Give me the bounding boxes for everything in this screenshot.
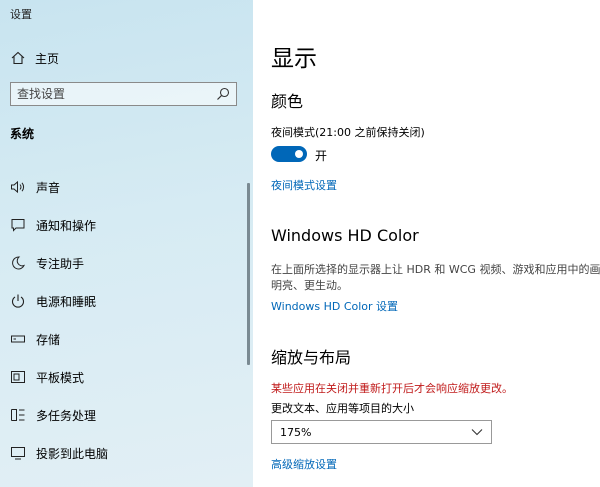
power-icon	[11, 294, 25, 308]
sidebar-item-label: 通知和操作	[36, 218, 97, 233]
color-heading: 颜色	[271, 92, 304, 111]
speaker-icon	[11, 180, 25, 194]
main-content: 显示 颜色 夜间模式(21:00 之前保持关闭) 开 夜间模式设置 Window…	[253, 0, 600, 487]
hdr-description-line2: 明亮、更生动。	[271, 279, 348, 292]
sidebar-item-sound[interactable]: 声音	[0, 168, 245, 206]
storage-icon	[11, 335, 25, 343]
toggle-knob	[295, 150, 303, 158]
search-icon[interactable]	[216, 87, 230, 101]
sidebar-item-label: 投影到此电脑	[36, 446, 109, 461]
moon-icon	[12, 256, 25, 270]
sidebar-item-label: 存储	[36, 332, 61, 347]
night-light-label: 夜间模式(21:00 之前保持关闭)	[271, 126, 425, 139]
scale-dropdown[interactable]: 175%	[271, 420, 492, 444]
sidebar-nav: 声音 通知和操作 专注助手 电源和睡眠 存储 平板模式 多任务处理 投影到此电脑	[0, 168, 245, 472]
home-icon	[11, 51, 25, 65]
sidebar-item-label: 多任务处理	[36, 408, 97, 423]
scale-warning-text: 某些应用在关闭并重新打开后才会响应缩放更改。	[271, 382, 513, 395]
sidebar-item-notifications[interactable]: 通知和操作	[0, 206, 245, 244]
sidebar: 设置 主页 系统 声音 通知和操作	[0, 0, 253, 487]
night-light-toggle[interactable]	[271, 146, 307, 162]
section-label-system: 系统	[10, 127, 35, 141]
chevron-down-icon	[471, 429, 483, 436]
sidebar-scrollbar-thumb[interactable]	[247, 183, 250, 365]
hdr-settings-link[interactable]: Windows HD Color 设置	[271, 298, 398, 314]
hdr-description: 在上面所选择的显示器上让 HDR 和 WCG 视频、游戏和应用中的画面更 明亮、…	[271, 262, 600, 294]
search-box[interactable]	[10, 82, 237, 106]
advanced-scaling-link[interactable]: 高级缩放设置	[271, 456, 337, 472]
sidebar-item-focus-assist[interactable]: 专注助手	[0, 244, 245, 282]
multitasking-icon	[11, 409, 25, 421]
sidebar-item-project-to-pc[interactable]: 投影到此电脑	[0, 434, 245, 472]
sidebar-item-label: 平板模式	[36, 370, 85, 385]
window-title: 设置	[10, 8, 32, 21]
scale-dropdown-value: 175%	[280, 425, 312, 439]
sidebar-item-label: 电源和睡眠	[36, 294, 97, 309]
page-title: 显示	[271, 46, 317, 72]
project-icon	[11, 447, 25, 460]
hdr-description-line1: 在上面所选择的显示器上让 HDR 和 WCG 视频、游戏和应用中的画面更	[271, 263, 600, 276]
sidebar-item-multitasking[interactable]: 多任务处理	[0, 396, 245, 434]
notification-icon	[11, 219, 25, 232]
sidebar-home[interactable]: 主页	[10, 49, 59, 67]
scale-layout-heading: 缩放与布局	[271, 348, 352, 367]
sidebar-item-tablet-mode[interactable]: 平板模式	[0, 358, 245, 396]
sidebar-item-power-sleep[interactable]: 电源和睡眠	[0, 282, 245, 320]
sidebar-item-storage[interactable]: 存储	[0, 320, 245, 358]
toggle-state-label: 开	[315, 149, 328, 163]
sidebar-home-label: 主页	[35, 51, 60, 66]
size-label: 更改文本、应用等项目的大小	[271, 402, 414, 415]
search-input[interactable]	[17, 87, 216, 101]
hdr-heading: Windows HD Color	[271, 226, 419, 245]
sidebar-item-label: 专注助手	[36, 256, 85, 271]
tablet-mode-icon	[11, 371, 25, 383]
sidebar-item-label: 声音	[36, 180, 61, 195]
night-light-settings-link[interactable]: 夜间模式设置	[271, 177, 337, 193]
